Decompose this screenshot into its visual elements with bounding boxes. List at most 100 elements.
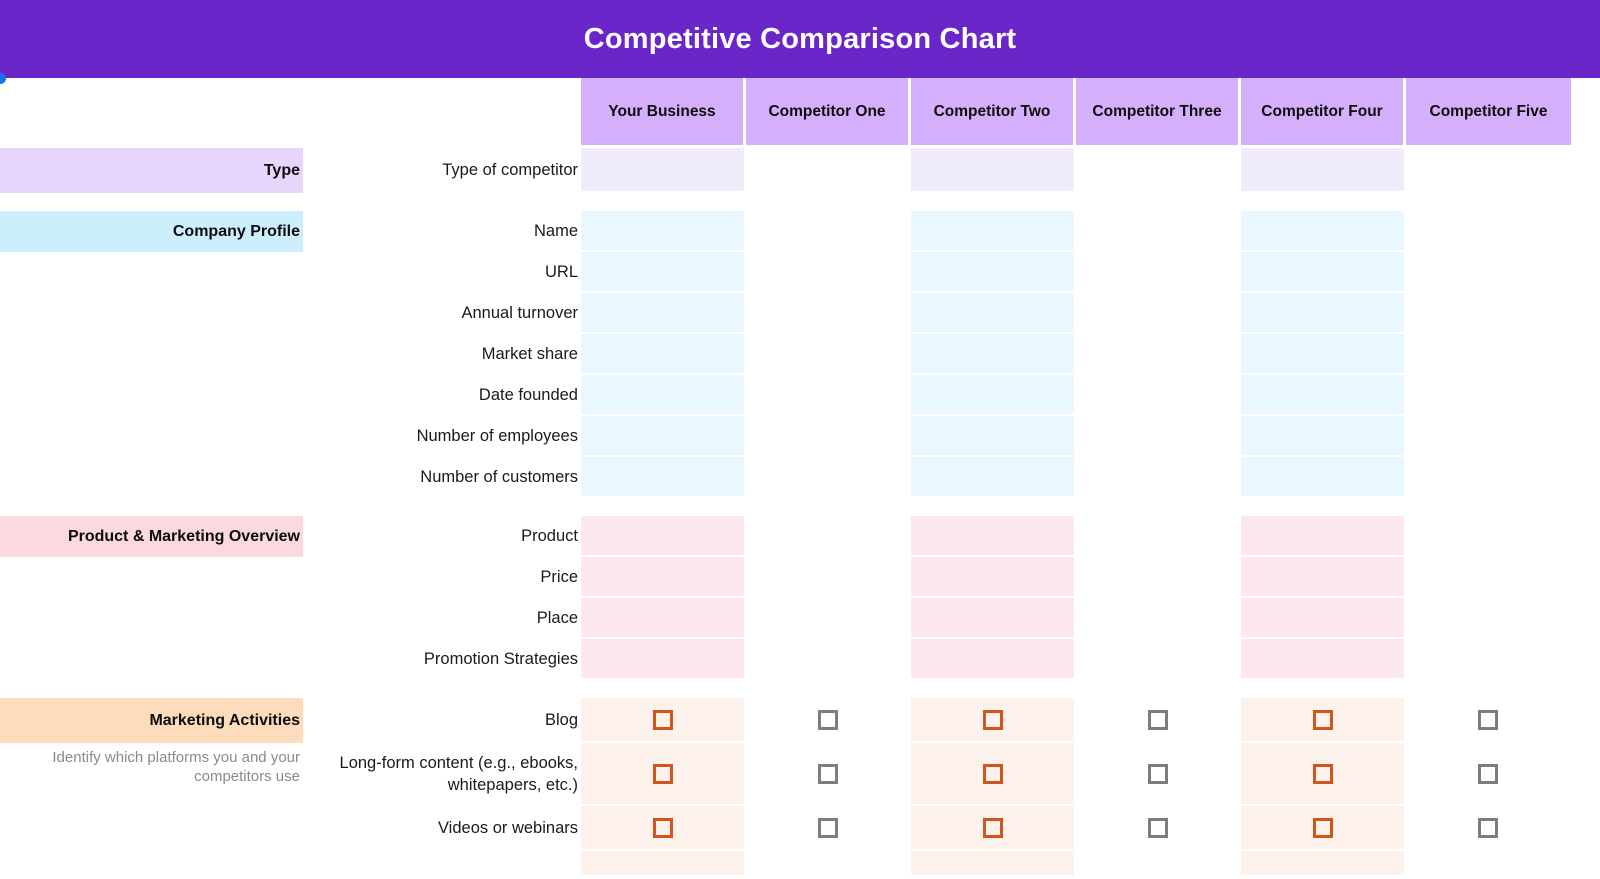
cell-profile-5-col1[interactable] <box>581 375 746 416</box>
cell-marketing-2-col4[interactable] <box>1076 743 1241 806</box>
checkbox-marketing-2-col2[interactable] <box>818 764 838 784</box>
cell-product-4-col6[interactable] <box>1406 639 1571 680</box>
cell-profile-6-col6[interactable] <box>1406 416 1571 457</box>
cell-type-1-col4[interactable] <box>1076 148 1241 193</box>
cell-profile-7-col1[interactable] <box>581 457 746 498</box>
cell-profile-4-col5[interactable] <box>1241 334 1406 375</box>
cell-profile-7-col4[interactable] <box>1076 457 1241 498</box>
cell-profile-1-col2[interactable] <box>746 211 911 252</box>
cell-marketing-3-col6[interactable] <box>1406 806 1571 851</box>
cell-profile-4-col4[interactable] <box>1076 334 1241 375</box>
checkbox-marketing-3-col4[interactable] <box>1148 818 1168 838</box>
cell-profile-7-col2[interactable] <box>746 457 911 498</box>
cell-product-3-col2[interactable] <box>746 598 911 639</box>
checkbox-marketing-2-col5[interactable] <box>1313 764 1333 784</box>
cell-marketing-4-col2[interactable] <box>746 851 911 877</box>
cell-profile-3-col6[interactable] <box>1406 293 1571 334</box>
checkbox-marketing-3-col6[interactable] <box>1478 818 1498 838</box>
cell-profile-3-col5[interactable] <box>1241 293 1406 334</box>
cell-product-3-col3[interactable] <box>911 598 1076 639</box>
cell-profile-2-col3[interactable] <box>911 252 1076 293</box>
checkbox-marketing-1-col4[interactable] <box>1148 710 1168 730</box>
cell-profile-1-col5[interactable] <box>1241 211 1406 252</box>
cell-product-4-col2[interactable] <box>746 639 911 680</box>
checkbox-marketing-1-col1[interactable] <box>653 710 673 730</box>
cell-product-1-col1[interactable] <box>581 516 746 557</box>
cell-profile-4-col1[interactable] <box>581 334 746 375</box>
cell-profile-6-col2[interactable] <box>746 416 911 457</box>
cell-profile-2-col1[interactable] <box>581 252 746 293</box>
cell-marketing-3-col5[interactable] <box>1241 806 1406 851</box>
cell-product-2-col5[interactable] <box>1241 557 1406 598</box>
cell-marketing-3-col1[interactable] <box>581 806 746 851</box>
cell-marketing-4-col4[interactable] <box>1076 851 1241 877</box>
cell-product-1-col5[interactable] <box>1241 516 1406 557</box>
cell-product-4-col1[interactable] <box>581 639 746 680</box>
cell-product-3-col5[interactable] <box>1241 598 1406 639</box>
cell-marketing-3-col4[interactable] <box>1076 806 1241 851</box>
cell-profile-2-col6[interactable] <box>1406 252 1571 293</box>
checkbox-marketing-3-col5[interactable] <box>1313 818 1333 838</box>
checkbox-marketing-1-col5[interactable] <box>1313 710 1333 730</box>
cell-profile-3-col1[interactable] <box>581 293 746 334</box>
cell-marketing-2-col2[interactable] <box>746 743 911 806</box>
cell-marketing-2-col3[interactable] <box>911 743 1076 806</box>
cell-profile-2-col2[interactable] <box>746 252 911 293</box>
cell-profile-3-col4[interactable] <box>1076 293 1241 334</box>
checkbox-marketing-2-col6[interactable] <box>1478 764 1498 784</box>
cell-product-1-col2[interactable] <box>746 516 911 557</box>
cell-marketing-1-col4[interactable] <box>1076 698 1241 743</box>
cell-profile-2-col5[interactable] <box>1241 252 1406 293</box>
checkbox-marketing-1-col3[interactable] <box>983 710 1003 730</box>
cell-product-3-col1[interactable] <box>581 598 746 639</box>
cell-profile-1-col6[interactable] <box>1406 211 1571 252</box>
cell-profile-5-col3[interactable] <box>911 375 1076 416</box>
cell-marketing-1-col2[interactable] <box>746 698 911 743</box>
cell-marketing-3-col2[interactable] <box>746 806 911 851</box>
cell-marketing-2-col5[interactable] <box>1241 743 1406 806</box>
checkbox-marketing-2-col1[interactable] <box>653 764 673 784</box>
cell-marketing-3-col3[interactable] <box>911 806 1076 851</box>
checkbox-marketing-3-col3[interactable] <box>983 818 1003 838</box>
cell-product-1-col6[interactable] <box>1406 516 1571 557</box>
cell-marketing-1-col6[interactable] <box>1406 698 1571 743</box>
cell-type-1-col2[interactable] <box>746 148 911 193</box>
cell-marketing-1-col5[interactable] <box>1241 698 1406 743</box>
cell-profile-2-col4[interactable] <box>1076 252 1241 293</box>
cell-profile-4-col2[interactable] <box>746 334 911 375</box>
cell-product-2-col6[interactable] <box>1406 557 1571 598</box>
checkbox-marketing-2-col3[interactable] <box>983 764 1003 784</box>
cell-product-3-col4[interactable] <box>1076 598 1241 639</box>
checkbox-marketing-3-col2[interactable] <box>818 818 838 838</box>
cell-type-1-col1[interactable] <box>581 148 746 193</box>
cell-profile-5-col5[interactable] <box>1241 375 1406 416</box>
cell-marketing-2-col6[interactable] <box>1406 743 1571 806</box>
cell-product-2-col3[interactable] <box>911 557 1076 598</box>
cell-type-1-col3[interactable] <box>911 148 1076 193</box>
checkbox-marketing-2-col4[interactable] <box>1148 764 1168 784</box>
cell-profile-3-col3[interactable] <box>911 293 1076 334</box>
cell-product-2-col1[interactable] <box>581 557 746 598</box>
cell-marketing-4-col5[interactable] <box>1241 851 1406 877</box>
cell-profile-6-col1[interactable] <box>581 416 746 457</box>
cell-marketing-4-col6[interactable] <box>1406 851 1571 877</box>
checkbox-marketing-1-col6[interactable] <box>1478 710 1498 730</box>
cell-profile-1-col1[interactable] <box>581 211 746 252</box>
cell-profile-7-col3[interactable] <box>911 457 1076 498</box>
cell-profile-4-col6[interactable] <box>1406 334 1571 375</box>
cell-marketing-2-col1[interactable] <box>581 743 746 806</box>
cell-marketing-4-col1[interactable] <box>581 851 746 877</box>
cell-product-1-col4[interactable] <box>1076 516 1241 557</box>
cell-profile-5-col4[interactable] <box>1076 375 1241 416</box>
cell-product-4-col5[interactable] <box>1241 639 1406 680</box>
cell-profile-5-col6[interactable] <box>1406 375 1571 416</box>
cell-profile-6-col3[interactable] <box>911 416 1076 457</box>
cell-profile-1-col3[interactable] <box>911 211 1076 252</box>
cell-profile-7-col5[interactable] <box>1241 457 1406 498</box>
cell-product-2-col2[interactable] <box>746 557 911 598</box>
cell-product-4-col3[interactable] <box>911 639 1076 680</box>
cell-type-1-col6[interactable] <box>1406 148 1571 193</box>
cell-profile-1-col4[interactable] <box>1076 211 1241 252</box>
cell-profile-3-col2[interactable] <box>746 293 911 334</box>
checkbox-marketing-3-col1[interactable] <box>653 818 673 838</box>
